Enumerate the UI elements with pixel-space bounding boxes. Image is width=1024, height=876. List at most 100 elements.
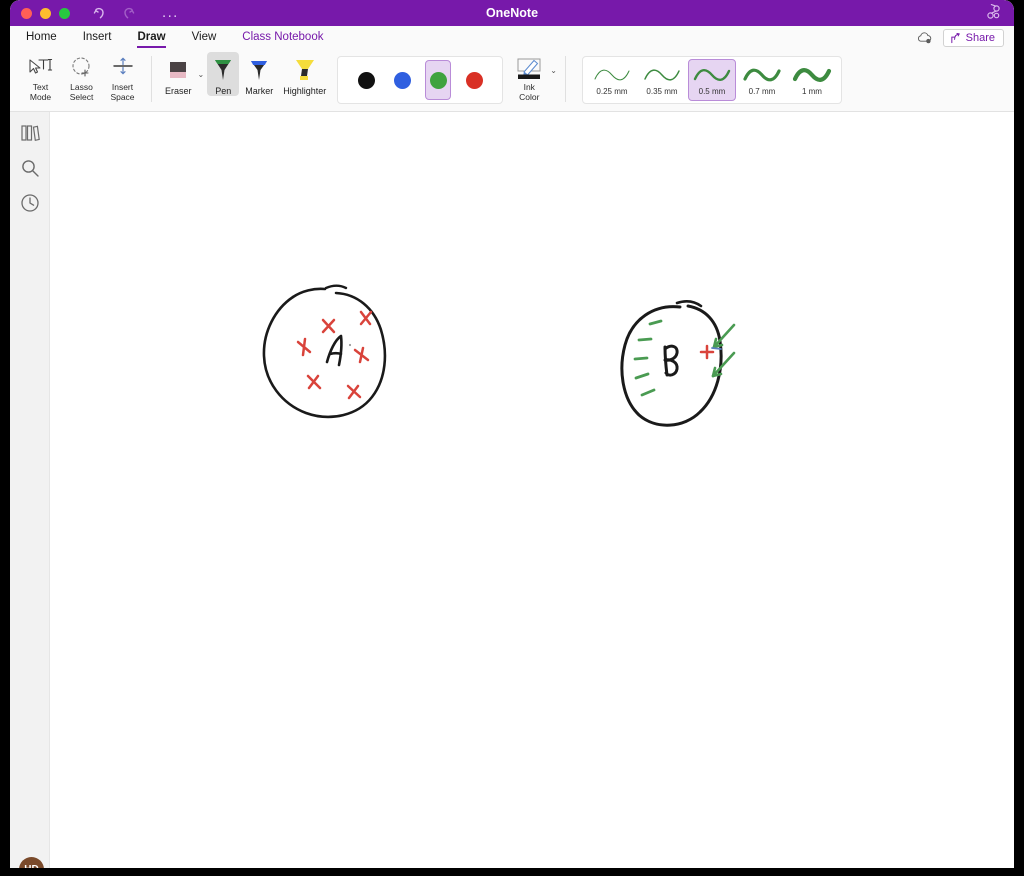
plus-mark: [353, 346, 370, 364]
app-body: HD: [10, 112, 1014, 868]
thickness-option-0-5[interactable]: 0.5 mm: [687, 59, 736, 101]
stroke-preview: [742, 64, 782, 86]
ribbon-divider-2: [564, 56, 566, 102]
thickness-label: 1 mm: [801, 87, 822, 96]
stroke-preview: [792, 64, 832, 86]
ink-layer: [262, 284, 736, 427]
overflow-menu-button[interactable]: ...: [162, 5, 179, 20]
app-root: ... OneNote Home Insert Draw View Class …: [0, 0, 1024, 876]
traffic-lights: [21, 7, 70, 19]
eraser-button[interactable]: Eraser: [161, 52, 196, 96]
stroke-thickness-group: 0.25 mm 0.35 mm 0.5 mm 0.7 mm 1 mm: [581, 56, 842, 104]
redo-button[interactable]: [121, 6, 136, 21]
onenote-window: ... OneNote Home Insert Draw View Class …: [10, 0, 1014, 868]
text-mode-label: Text Mode: [29, 82, 52, 102]
stroke-preview: [692, 64, 732, 86]
ink-color-button[interactable]: Ink Color ⌄: [511, 56, 557, 102]
pen-button[interactable]: Pen: [207, 52, 240, 96]
share-button-label: Share: [965, 32, 995, 44]
color-swatch-blue[interactable]: [389, 60, 415, 100]
thickness-option-0-7[interactable]: 0.7 mm: [738, 59, 786, 101]
plus-mark: [321, 318, 336, 334]
mode-tools-group: Text Mode Lasso Select Insert Space: [20, 50, 143, 112]
recent-icon[interactable]: [19, 192, 41, 214]
share-button[interactable]: Share: [942, 29, 1004, 47]
thickness-option-0-35[interactable]: 0.35 mm: [638, 59, 686, 101]
eraser-chevron-down-icon[interactable]: ⌄: [198, 70, 205, 79]
circle-a-drawing: [262, 284, 387, 419]
dash-mark: [633, 356, 649, 361]
thickness-label: 0.35 mm: [646, 87, 678, 96]
stroke-preview: [592, 64, 632, 86]
minimize-window-button[interactable]: [40, 7, 51, 19]
circle-a-letter: [325, 334, 343, 367]
plus-mark: [296, 337, 312, 357]
ribbon-tab-bar: Home Insert Draw View Class Notebook Sha…: [10, 26, 1014, 50]
cloud-sync-icon[interactable]: [916, 31, 933, 46]
circle-b-dashes: [633, 319, 663, 397]
color-swatch-green[interactable]: [425, 60, 452, 100]
marker-label: Marker: [245, 86, 274, 96]
insert-space-icon: [110, 55, 136, 80]
arrow-in: [711, 351, 736, 378]
swatch-dot: [393, 71, 411, 89]
draw-ribbon: Text Mode Lasso Select Insert Space Eras…: [10, 50, 1014, 112]
ink-color-label: Ink Color: [519, 82, 540, 102]
plus-mark: [306, 374, 322, 390]
circle-b-outline: [620, 304, 723, 427]
tab-class-notebook[interactable]: Class Notebook: [242, 31, 323, 46]
lasso-select-label: Lasso Select: [69, 82, 94, 102]
people-icon[interactable]: [984, 3, 1002, 22]
thickness-label: 0.25 mm: [596, 87, 628, 96]
thickness-label: 0.5 mm: [698, 87, 726, 96]
eraser-icon: [166, 55, 190, 85]
thickness-option-1[interactable]: 1 mm: [788, 59, 836, 101]
circle-a-outline: [262, 291, 387, 419]
color-swatch-red[interactable]: [461, 60, 487, 100]
circle-a-outline-cap: [291, 287, 327, 299]
history-controls: ...: [92, 5, 179, 21]
highlighter-button[interactable]: Highlighter: [279, 52, 330, 96]
note-canvas[interactable]: [50, 112, 1014, 868]
circle-b-arrows: [711, 323, 736, 378]
plus-mark: [346, 384, 362, 400]
notebooks-icon[interactable]: [19, 122, 41, 144]
maximize-window-button[interactable]: [59, 7, 70, 19]
plus-mark: [359, 310, 373, 326]
circle-a-outline-tick: [324, 284, 348, 290]
tab-insert[interactable]: Insert: [83, 31, 112, 46]
search-icon[interactable]: [19, 157, 41, 179]
pen-tools-group: Eraser ⌄ Pen Marker Highlighter: [160, 50, 331, 112]
text-mode-button[interactable]: Text Mode: [24, 50, 57, 102]
highlighter-label: Highlighter: [283, 86, 327, 96]
ink-color-chevron-down-icon[interactable]: ⌄: [550, 66, 557, 75]
circle-b-drawing: [620, 300, 736, 427]
avatar[interactable]: HD: [19, 857, 44, 868]
undo-button[interactable]: [92, 6, 107, 21]
circle-b-letter: [663, 344, 679, 377]
marker-button[interactable]: Marker: [241, 52, 277, 96]
menubar-right-actions: Share: [916, 26, 1004, 50]
ribbon-divider-1: [151, 56, 152, 102]
highlighter-icon: [292, 55, 318, 85]
eraser-label: Eraser: [165, 86, 192, 96]
marker-icon: [248, 55, 270, 85]
color-swatch-black[interactable]: [353, 60, 379, 100]
close-window-button[interactable]: [21, 7, 32, 19]
dash-mark: [634, 372, 650, 380]
thickness-option-0-25[interactable]: 0.25 mm: [588, 59, 636, 101]
tab-home[interactable]: Home: [26, 31, 57, 46]
circle-a-letter-dot: [348, 343, 352, 347]
tab-view[interactable]: View: [192, 31, 217, 46]
left-sidebar: HD: [10, 112, 50, 868]
insert-space-button[interactable]: Insert Space: [106, 50, 139, 102]
dash-mark: [640, 388, 656, 397]
thickness-label: 0.7 mm: [748, 87, 776, 96]
tab-draw[interactable]: Draw: [137, 31, 166, 48]
circle-a-plus-marks: [296, 310, 373, 400]
lasso-select-button[interactable]: Lasso Select: [65, 50, 98, 102]
insert-space-label: Insert Space: [110, 82, 135, 102]
circle-b-blue-tick: [711, 347, 722, 350]
swatch-dot: [465, 71, 483, 89]
share-arrow-icon: [950, 32, 960, 43]
